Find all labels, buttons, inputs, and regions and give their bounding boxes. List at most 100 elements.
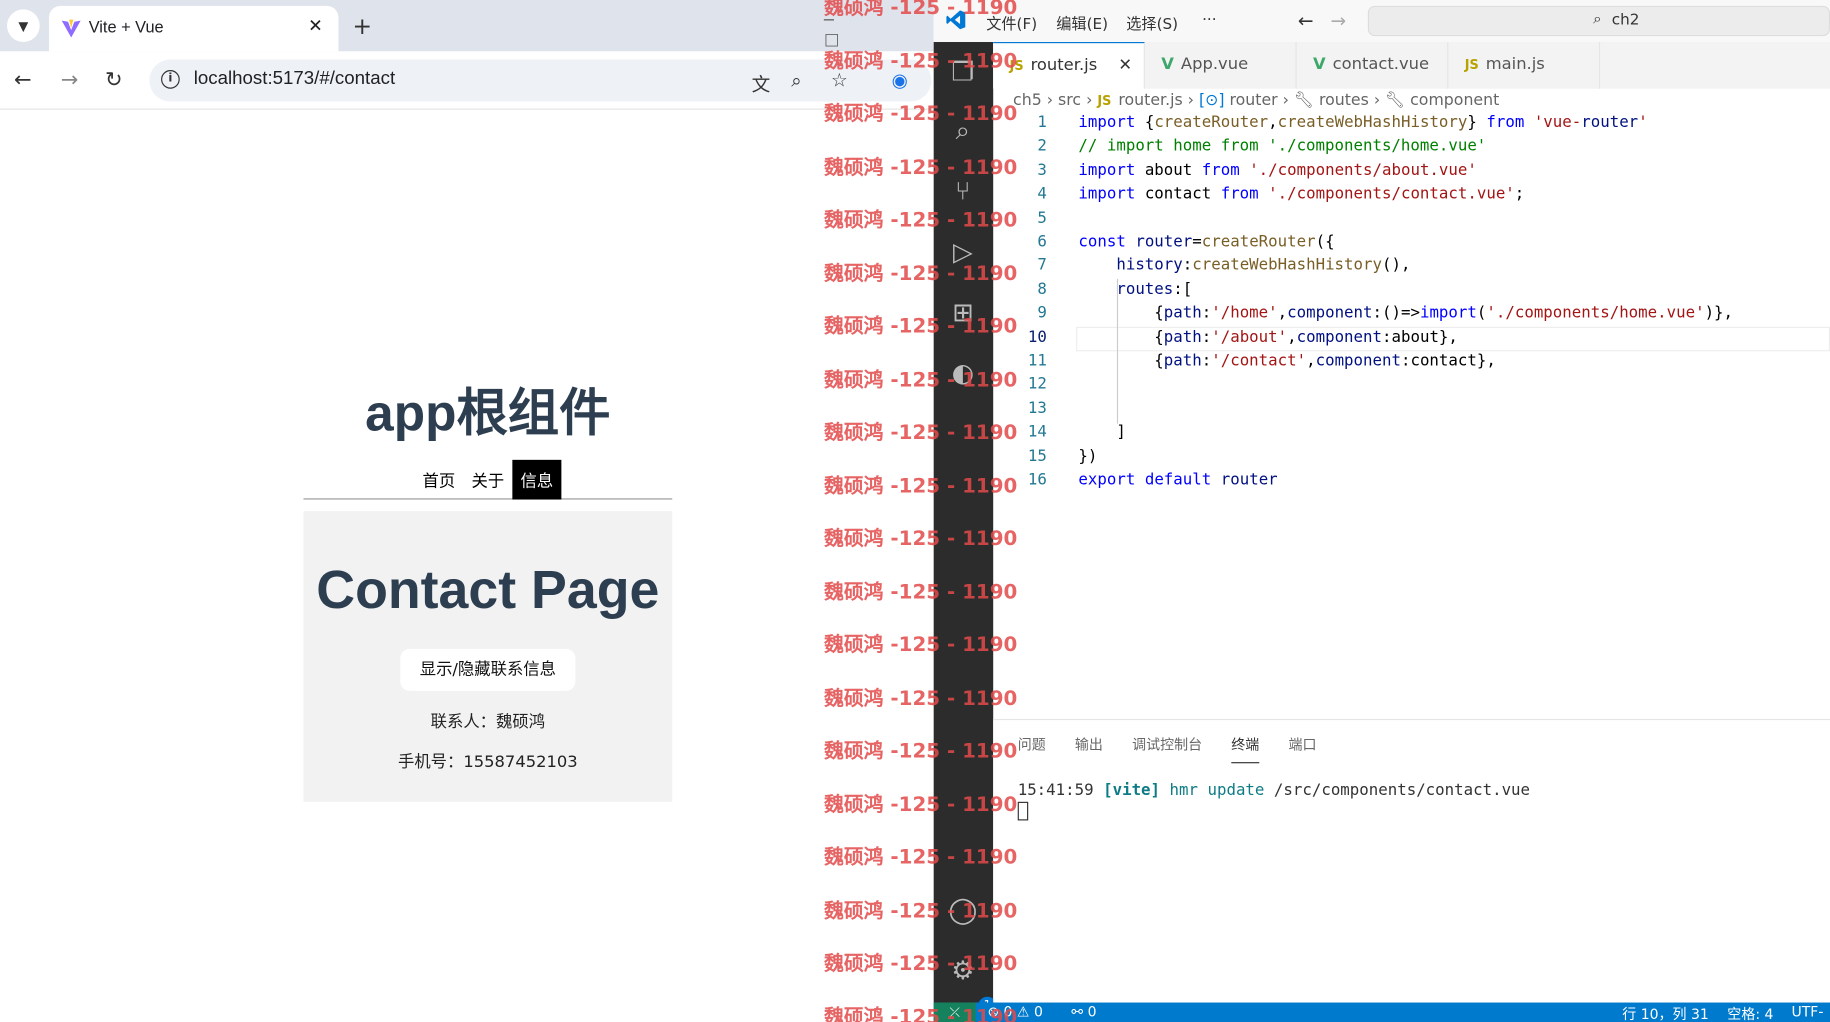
watermark-text: 魏硕鸿 -125 - 1190 <box>823 208 1018 233</box>
line-number: 15 <box>1027 446 1047 466</box>
panel-tab-ports[interactable]: 端口 <box>1288 734 1316 754</box>
reload-icon[interactable]: ↻ <box>105 68 123 93</box>
url-text[interactable]: localhost:5173/#/contact <box>194 69 395 90</box>
js-file-icon: JS <box>1097 93 1112 109</box>
code-line[interactable]: ] <box>1078 423 1126 442</box>
breadcrumb: ch5 › src › JS router.js › [⊙] router › 🔧… <box>1013 91 1500 110</box>
breadcrumb-item[interactable]: router.js <box>1118 91 1182 110</box>
indent-guide <box>1116 278 1119 424</box>
browser-tab-bar: ▼ Vite + Vue ✕ + ─ □ <box>0 0 934 52</box>
watermark-text: 魏硕鸿 -125 - 1190 <box>823 580 1018 604</box>
encoding[interactable]: UTF-8 <box>1791 1004 1830 1022</box>
search-text: ch2 <box>1611 11 1640 30</box>
watermark-text: 魏硕鸿 -125 - 1190 <box>823 793 1018 817</box>
ports-indicator[interactable]: ⚯ 0 <box>1071 1004 1096 1020</box>
watermark-text: 魏硕鸿 -125 - 1190 <box>823 686 1018 711</box>
command-center-search[interactable]: ⌕ ch2 <box>1367 5 1830 37</box>
address-bar[interactable]: i localhost:5173/#/contact 文 ⌕ ☆ ◉ <box>149 59 932 102</box>
nav-link-info[interactable]: 信息 <box>512 459 562 500</box>
code-line[interactable]: history:createWebHashHistory(), <box>1078 256 1410 275</box>
router-nav: 首页 关于 信息 <box>303 459 673 500</box>
watermark-text: 魏硕鸿 -125 - 1190 <box>823 421 1018 445</box>
code-line[interactable]: {path:'/home',component:()=>import('./co… <box>1078 304 1733 323</box>
site-info-icon[interactable]: i <box>161 70 180 89</box>
watermark-text: 魏硕鸿 -125 - 1190 <box>823 952 1018 976</box>
panel-tab-problems[interactable]: 问题 <box>1018 734 1046 754</box>
watermark-text: 魏硕鸿 -125 - 1190 <box>823 846 1018 870</box>
breadcrumb-item[interactable]: src <box>1058 91 1081 110</box>
new-tab-icon[interactable]: + <box>352 12 372 40</box>
zoom-icon[interactable]: ⌕ <box>791 69 801 92</box>
panel-tab-terminal[interactable]: 终端 <box>1231 734 1260 764</box>
contact-person: 联系人：魏硕鸿 <box>430 713 546 732</box>
vue-file-icon: V <box>1161 54 1174 74</box>
watermark-text: 魏硕鸿 -125 - 1190 <box>823 633 1018 658</box>
menu-selection[interactable]: 选择(S) <box>1126 12 1178 34</box>
nav-link-home[interactable]: 首页 <box>414 460 463 500</box>
breadcrumb-item[interactable]: component <box>1410 91 1499 110</box>
code-line[interactable]: {path:'/about',component:about}, <box>1078 327 1458 346</box>
browser-tab[interactable]: Vite + Vue ✕ <box>49 5 339 52</box>
tab-close-icon[interactable]: ✕ <box>308 15 323 36</box>
code-line[interactable]: import about from './components/about.vu… <box>1078 161 1476 180</box>
tab-search-chevron-icon[interactable]: ▼ <box>7 9 40 43</box>
wrench-icon: 🔧︎ <box>1293 91 1314 110</box>
code-line[interactable]: const router=createRouter({ <box>1078 232 1334 251</box>
tab-close-icon[interactable]: ✕ <box>1118 56 1132 75</box>
watermark-text: 魏硕鸿 -125 - 1190 <box>823 1005 1018 1022</box>
contact-heading: Contact Page <box>316 559 660 620</box>
editor-tab-contact[interactable]: Vcontact.vue <box>1297 42 1449 89</box>
vscode-titlebar: 文件(F) 编辑(E) 选择(S) ··· ← → ⌕ ch2 <box>933 0 1830 43</box>
terminal-output[interactable]: 15:41:59 [vite] hmr update /src/componen… <box>1018 781 1530 800</box>
code-line[interactable]: }) <box>1078 447 1097 466</box>
watermark-text: 魏硕鸿 -125 - 1190 <box>823 0 1018 20</box>
editor-tab-main[interactable]: JS main.js <box>1448 42 1601 89</box>
menu-edit[interactable]: 编辑(E) <box>1056 12 1108 34</box>
variable-icon: [⊙] <box>1198 91 1225 110</box>
breadcrumb-item[interactable]: routes <box>1319 91 1369 110</box>
contact-phone: 手机号：15587452103 <box>397 752 578 772</box>
translate-icon[interactable]: 文 <box>752 69 771 97</box>
editor-tabs: JS router.js ✕ V App.vue Vcontact.vue JS ma… <box>993 42 1830 89</box>
watermark-text: 魏硕鸿 -125 - 1190 <box>823 368 1018 392</box>
line-number: 4 <box>1037 184 1047 204</box>
breadcrumb-item[interactable]: router <box>1230 91 1278 110</box>
vue-file-icon: V <box>1312 54 1326 74</box>
line-number: 6 <box>1037 232 1047 251</box>
tab-title: Vite + Vue <box>88 17 164 37</box>
nav-link-about[interactable]: 关于 <box>463 460 512 500</box>
watermark-text: 魏硕鸿 -125 - 1190 <box>823 899 1018 923</box>
nav-back-icon[interactable]: ← <box>1298 9 1314 31</box>
terminal-cursor <box>1017 801 1029 821</box>
menu-more[interactable]: ··· <box>1202 12 1216 30</box>
search-icon: ⌕ <box>1593 10 1602 29</box>
watermark-text: 魏硕鸿 -125 - 1190 <box>823 155 1018 180</box>
code-line[interactable]: {path:'/contact',component:contact}, <box>1078 351 1496 370</box>
cursor-position[interactable]: 行 10，列 31 <box>1622 1004 1709 1022</box>
code-line[interactable]: import contact from './components/contac… <box>1078 185 1524 204</box>
indentation[interactable]: 空格: 4 <box>1727 1004 1773 1022</box>
js-file-icon: JS <box>1464 57 1479 73</box>
nav-forward-icon[interactable]: → <box>1330 9 1346 31</box>
browser-toolbar: ← → ↻ i localhost:5173/#/contact 文 ⌕ ☆ ◉ <box>0 51 934 110</box>
code-line[interactable]: // import home from './components/home.v… <box>1078 137 1486 156</box>
forward-icon[interactable]: → <box>61 68 79 93</box>
bottom-panel: 问题 输出 调试控制台 终端 端口 15:41:59 [vite] hmr up… <box>993 718 1830 1003</box>
watermark-text: 魏硕鸿 -125 - 1190 <box>823 527 1018 551</box>
back-icon[interactable]: ← <box>14 68 32 93</box>
vite-logo-icon <box>61 19 81 38</box>
code-line[interactable]: import {createRouter,createWebHashHistor… <box>1078 113 1647 132</box>
watermark-text: 魏硕鸿 -125 - 1190 <box>823 474 1018 498</box>
watermark-text: 魏硕鸿 -125 - 1190 <box>823 315 1018 339</box>
watermark-text: 魏硕鸿 -125 - 1190 <box>823 49 1018 73</box>
editor-tab-app[interactable]: V App.vue <box>1145 42 1297 89</box>
panel-tab-output[interactable]: 输出 <box>1075 734 1103 754</box>
wrench-icon: 🔧︎ <box>1385 91 1406 110</box>
code-line[interactable]: export default router <box>1078 470 1277 489</box>
watermark-text: 魏硕鸿 -125 - 1190 <box>823 262 1018 286</box>
contact-panel: Contact Page 显示/隐藏联系信息 联系人：魏硕鸿 手机号：15587… <box>303 511 673 802</box>
code-line[interactable]: routes:[ <box>1078 280 1192 299</box>
toggle-contact-button[interactable]: 显示/隐藏联系信息 <box>400 648 576 691</box>
status-bar: ⤫ ⊗ 0 ⚠ 0 ⚯ 0 行 10，列 31 空格: 4 UTF-8 <box>933 1002 1830 1022</box>
panel-tab-debug-console[interactable]: 调试控制台 <box>1132 734 1202 754</box>
